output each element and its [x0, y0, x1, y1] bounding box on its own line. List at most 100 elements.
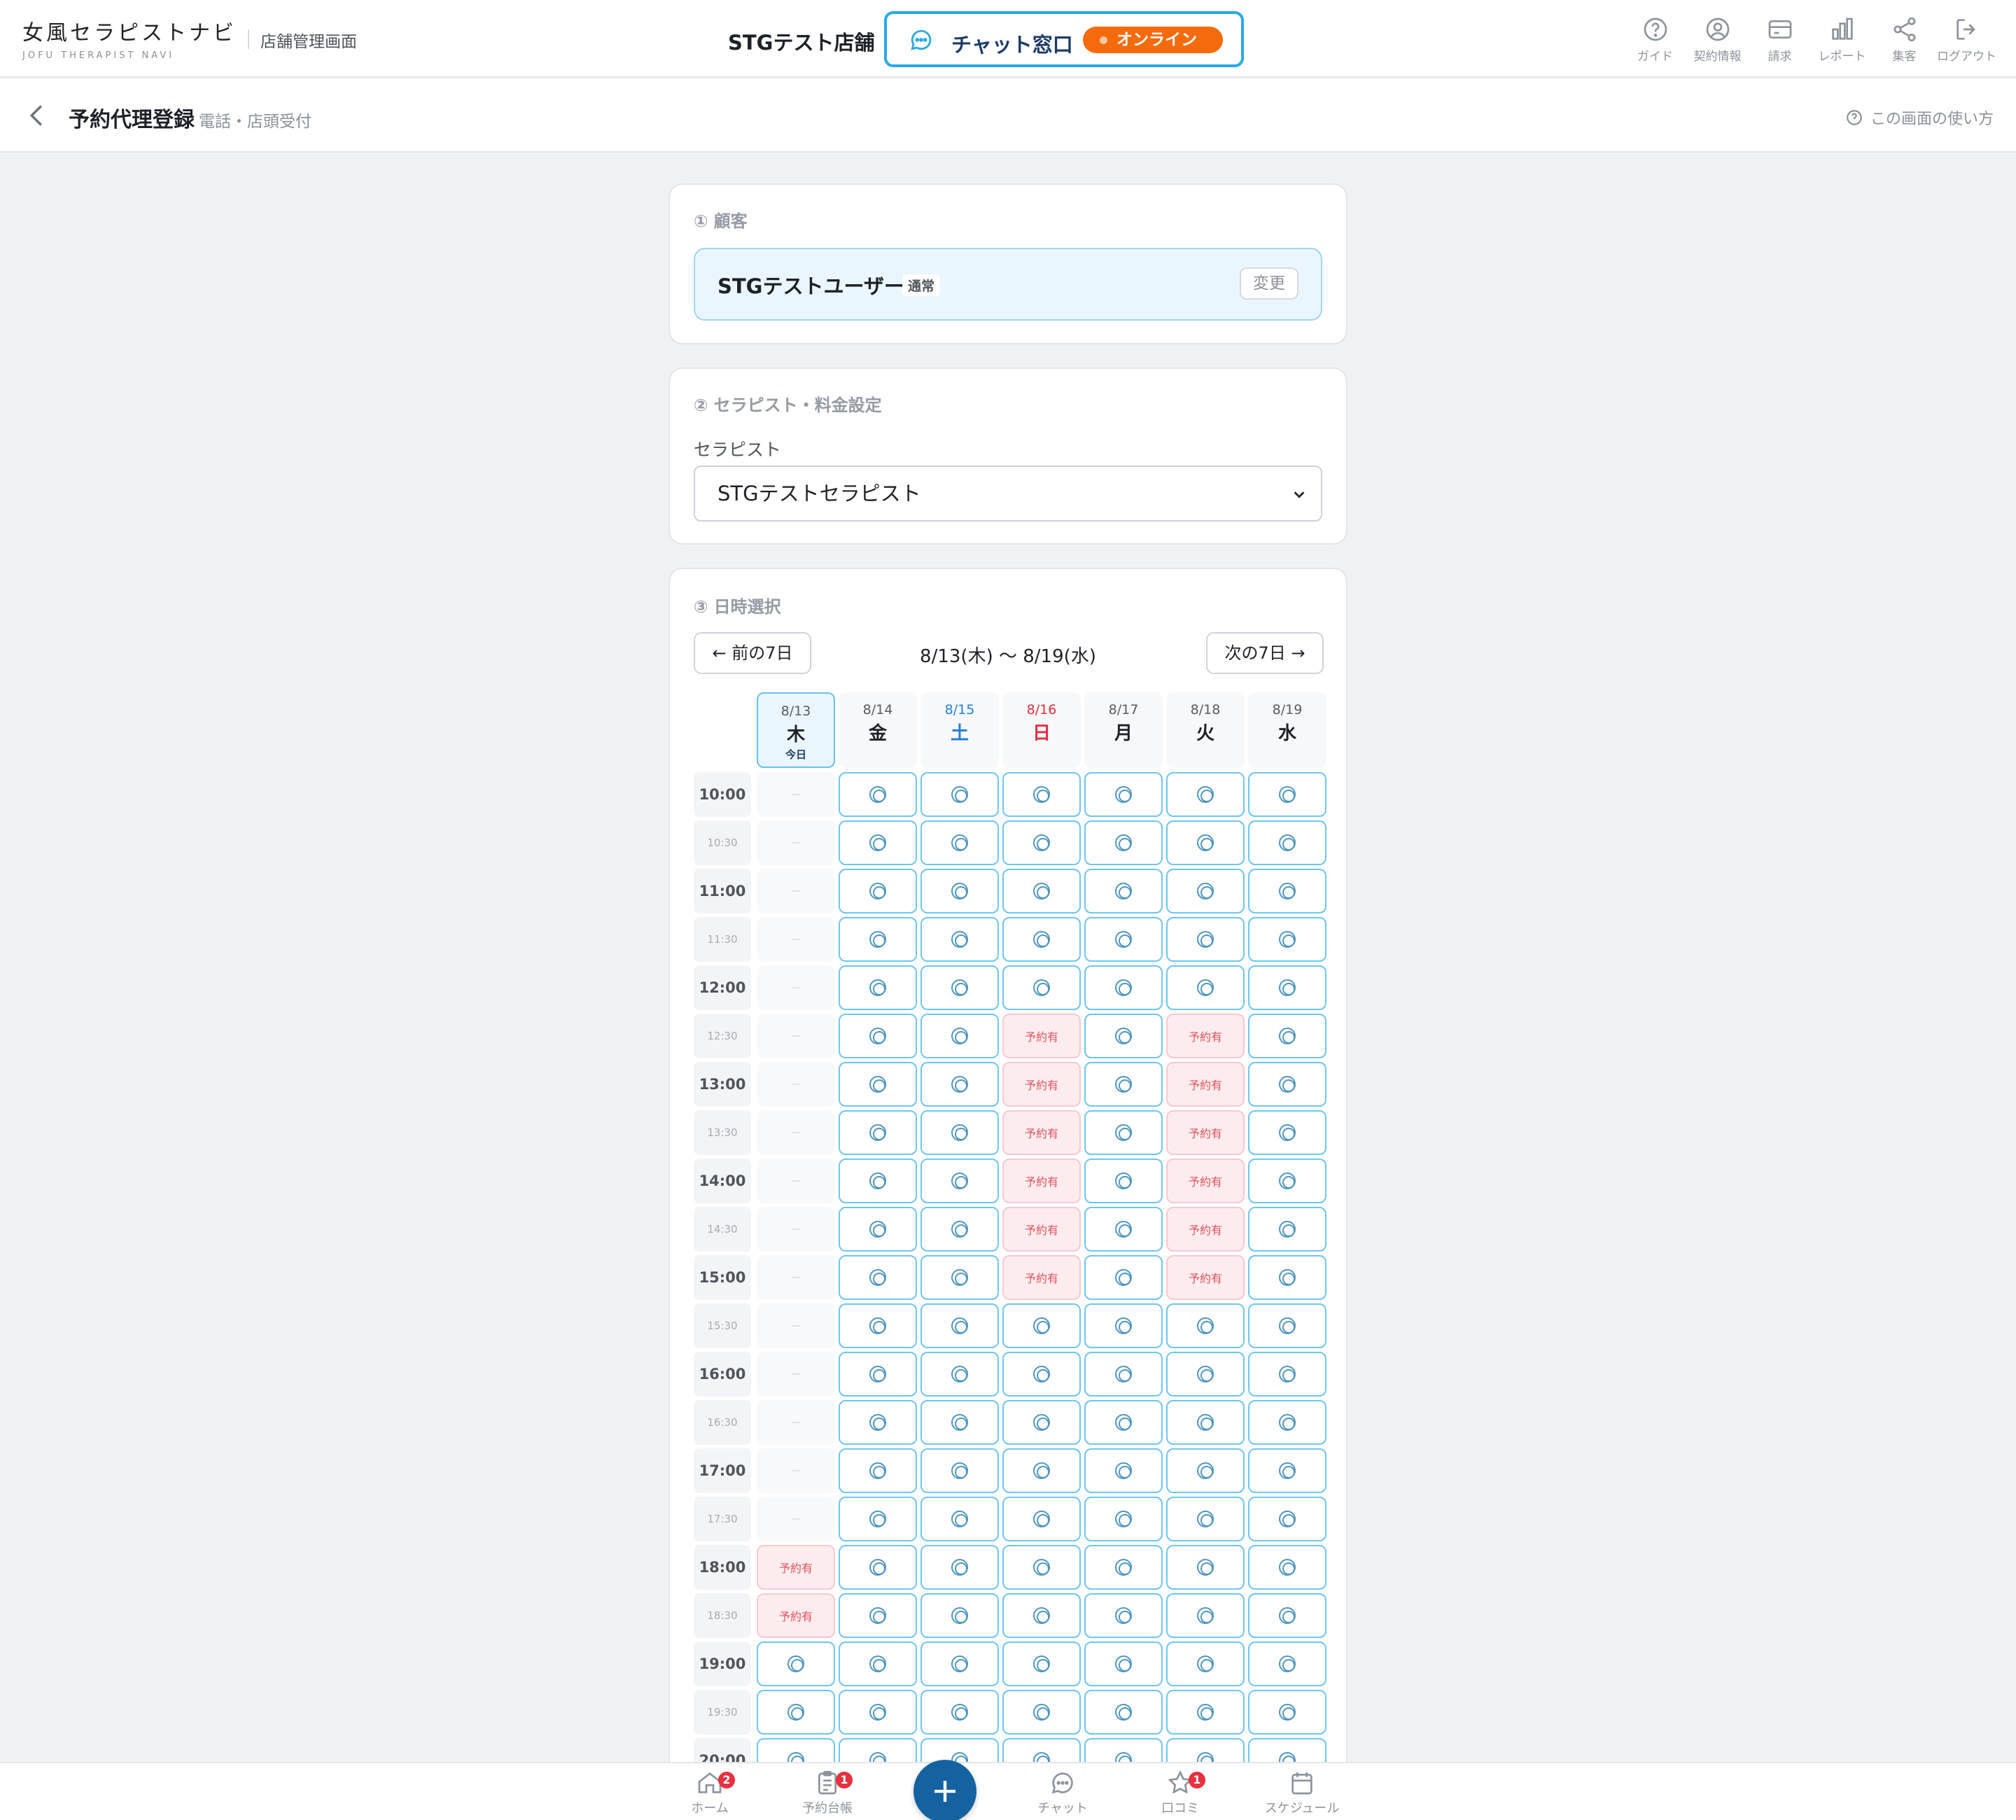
slot-available[interactable]	[839, 965, 917, 1010]
slot-available[interactable]	[839, 1545, 917, 1590]
nav-contract[interactable]: 契約情報	[1686, 15, 1749, 64]
slot-available[interactable]	[1002, 1545, 1081, 1590]
slot-available[interactable]	[1084, 1545, 1163, 1590]
slot-available[interactable]	[1166, 1545, 1245, 1590]
nav-report[interactable]: レポート	[1811, 15, 1873, 64]
slot-available[interactable]	[1002, 1690, 1081, 1735]
slot-available[interactable]	[1084, 1303, 1163, 1348]
slot-available[interactable]	[839, 1158, 917, 1203]
slot-available[interactable]	[1248, 1303, 1326, 1348]
slot-available[interactable]	[1166, 772, 1245, 817]
slot-available[interactable]	[1002, 917, 1081, 962]
slot-available[interactable]	[1084, 1690, 1163, 1735]
bottom-nav-reservations[interactable]: 1 予約台帳	[778, 1769, 876, 1816]
add-reservation-button[interactable]	[913, 1760, 976, 1820]
change-customer-button[interactable]: 変更	[1240, 267, 1298, 300]
slot-available[interactable]	[1084, 965, 1163, 1010]
slot-available[interactable]	[1084, 1497, 1163, 1541]
slot-available[interactable]	[1002, 772, 1081, 817]
slot-available[interactable]	[1166, 1642, 1245, 1686]
slot-available[interactable]	[1248, 1207, 1326, 1252]
slot-available[interactable]	[920, 1497, 999, 1541]
back-chevron-icon[interactable]	[28, 104, 45, 127]
slot-available[interactable]	[839, 1448, 917, 1493]
slot-available[interactable]	[1002, 1400, 1081, 1445]
slot-available[interactable]	[839, 1255, 917, 1300]
nav-marketing[interactable]: 集客	[1873, 15, 1935, 64]
slot-available[interactable]	[1166, 917, 1245, 962]
slot-available[interactable]	[1084, 1014, 1163, 1058]
slot-available[interactable]	[839, 1110, 917, 1155]
slot-available[interactable]	[920, 869, 999, 913]
slot-available[interactable]	[1002, 1593, 1081, 1638]
slot-available[interactable]	[1002, 1352, 1081, 1396]
slot-available[interactable]	[1166, 1448, 1245, 1493]
slot-available[interactable]	[920, 1593, 999, 1638]
therapist-select[interactable]: STGテストセラピスト	[694, 465, 1322, 522]
slot-available[interactable]	[839, 1352, 917, 1396]
slot-available[interactable]	[839, 1014, 917, 1058]
slot-available[interactable]	[1248, 917, 1326, 962]
bottom-nav-schedule[interactable]: スケジュール	[1253, 1769, 1351, 1816]
next-week-button[interactable]: 次の7日 →	[1206, 632, 1324, 674]
slot-available[interactable]	[1166, 1303, 1245, 1348]
slot-available[interactable]	[1248, 1014, 1326, 1058]
slot-available[interactable]	[920, 1062, 999, 1107]
slot-available[interactable]	[1248, 1158, 1326, 1203]
slot-available[interactable]	[1084, 1448, 1163, 1493]
slot-available[interactable]	[839, 1303, 917, 1348]
slot-available[interactable]	[1248, 1593, 1326, 1638]
slot-available[interactable]	[1084, 1352, 1163, 1396]
slot-available[interactable]	[1248, 1062, 1326, 1107]
slot-available[interactable]	[1166, 1690, 1245, 1735]
slot-available[interactable]	[839, 1400, 917, 1445]
slot-available[interactable]	[839, 1593, 917, 1638]
slot-available[interactable]	[1002, 965, 1081, 1010]
slot-available[interactable]	[1166, 1352, 1245, 1396]
slot-available[interactable]	[1166, 1593, 1245, 1638]
slot-available[interactable]	[1002, 1497, 1081, 1541]
slot-available[interactable]	[920, 1352, 999, 1396]
slot-available[interactable]	[920, 1110, 999, 1155]
slot-available[interactable]	[1084, 772, 1163, 817]
slot-available[interactable]	[1248, 772, 1326, 817]
slot-available[interactable]	[1248, 1448, 1326, 1493]
slot-available[interactable]	[1084, 1207, 1163, 1252]
nav-guide[interactable]: ガイド	[1624, 15, 1686, 64]
slot-available[interactable]	[1248, 1690, 1326, 1735]
slot-available[interactable]	[1084, 869, 1163, 913]
slot-available[interactable]	[920, 1642, 999, 1686]
slot-available[interactable]	[920, 1255, 999, 1300]
slot-available[interactable]	[920, 772, 999, 817]
slot-available[interactable]	[920, 1690, 999, 1735]
slot-available[interactable]	[1002, 1448, 1081, 1493]
slot-available[interactable]	[920, 1014, 999, 1058]
slot-available[interactable]	[1248, 869, 1326, 913]
slot-available[interactable]	[839, 772, 917, 817]
slot-available[interactable]	[920, 820, 999, 865]
slot-available[interactable]	[1084, 1158, 1163, 1203]
slot-available[interactable]	[1248, 1110, 1326, 1155]
slot-available[interactable]	[839, 1207, 917, 1252]
slot-available[interactable]	[920, 1303, 999, 1348]
slot-available[interactable]	[920, 1448, 999, 1493]
slot-available[interactable]	[839, 917, 917, 962]
slot-available[interactable]	[1084, 820, 1163, 865]
slot-available[interactable]	[1166, 1400, 1245, 1445]
nav-logout[interactable]: ログアウト	[1935, 15, 1998, 64]
help-link[interactable]: この画面の使い方	[1845, 106, 1994, 129]
slot-available[interactable]	[1166, 1497, 1245, 1541]
slot-available[interactable]	[920, 1545, 999, 1590]
slot-available[interactable]	[1002, 1642, 1081, 1686]
slot-available[interactable]	[920, 917, 999, 962]
slot-available[interactable]	[757, 1690, 835, 1735]
slot-available[interactable]	[1084, 1593, 1163, 1638]
bottom-nav-reviews[interactable]: 1 口コミ	[1131, 1769, 1229, 1816]
slot-available[interactable]	[1248, 1255, 1326, 1300]
slot-available[interactable]	[1248, 965, 1326, 1010]
slot-available[interactable]	[920, 1207, 999, 1252]
slot-available[interactable]	[1248, 1352, 1326, 1396]
slot-available[interactable]	[1002, 869, 1081, 913]
slot-available[interactable]	[1248, 1545, 1326, 1590]
slot-available[interactable]	[839, 1642, 917, 1686]
